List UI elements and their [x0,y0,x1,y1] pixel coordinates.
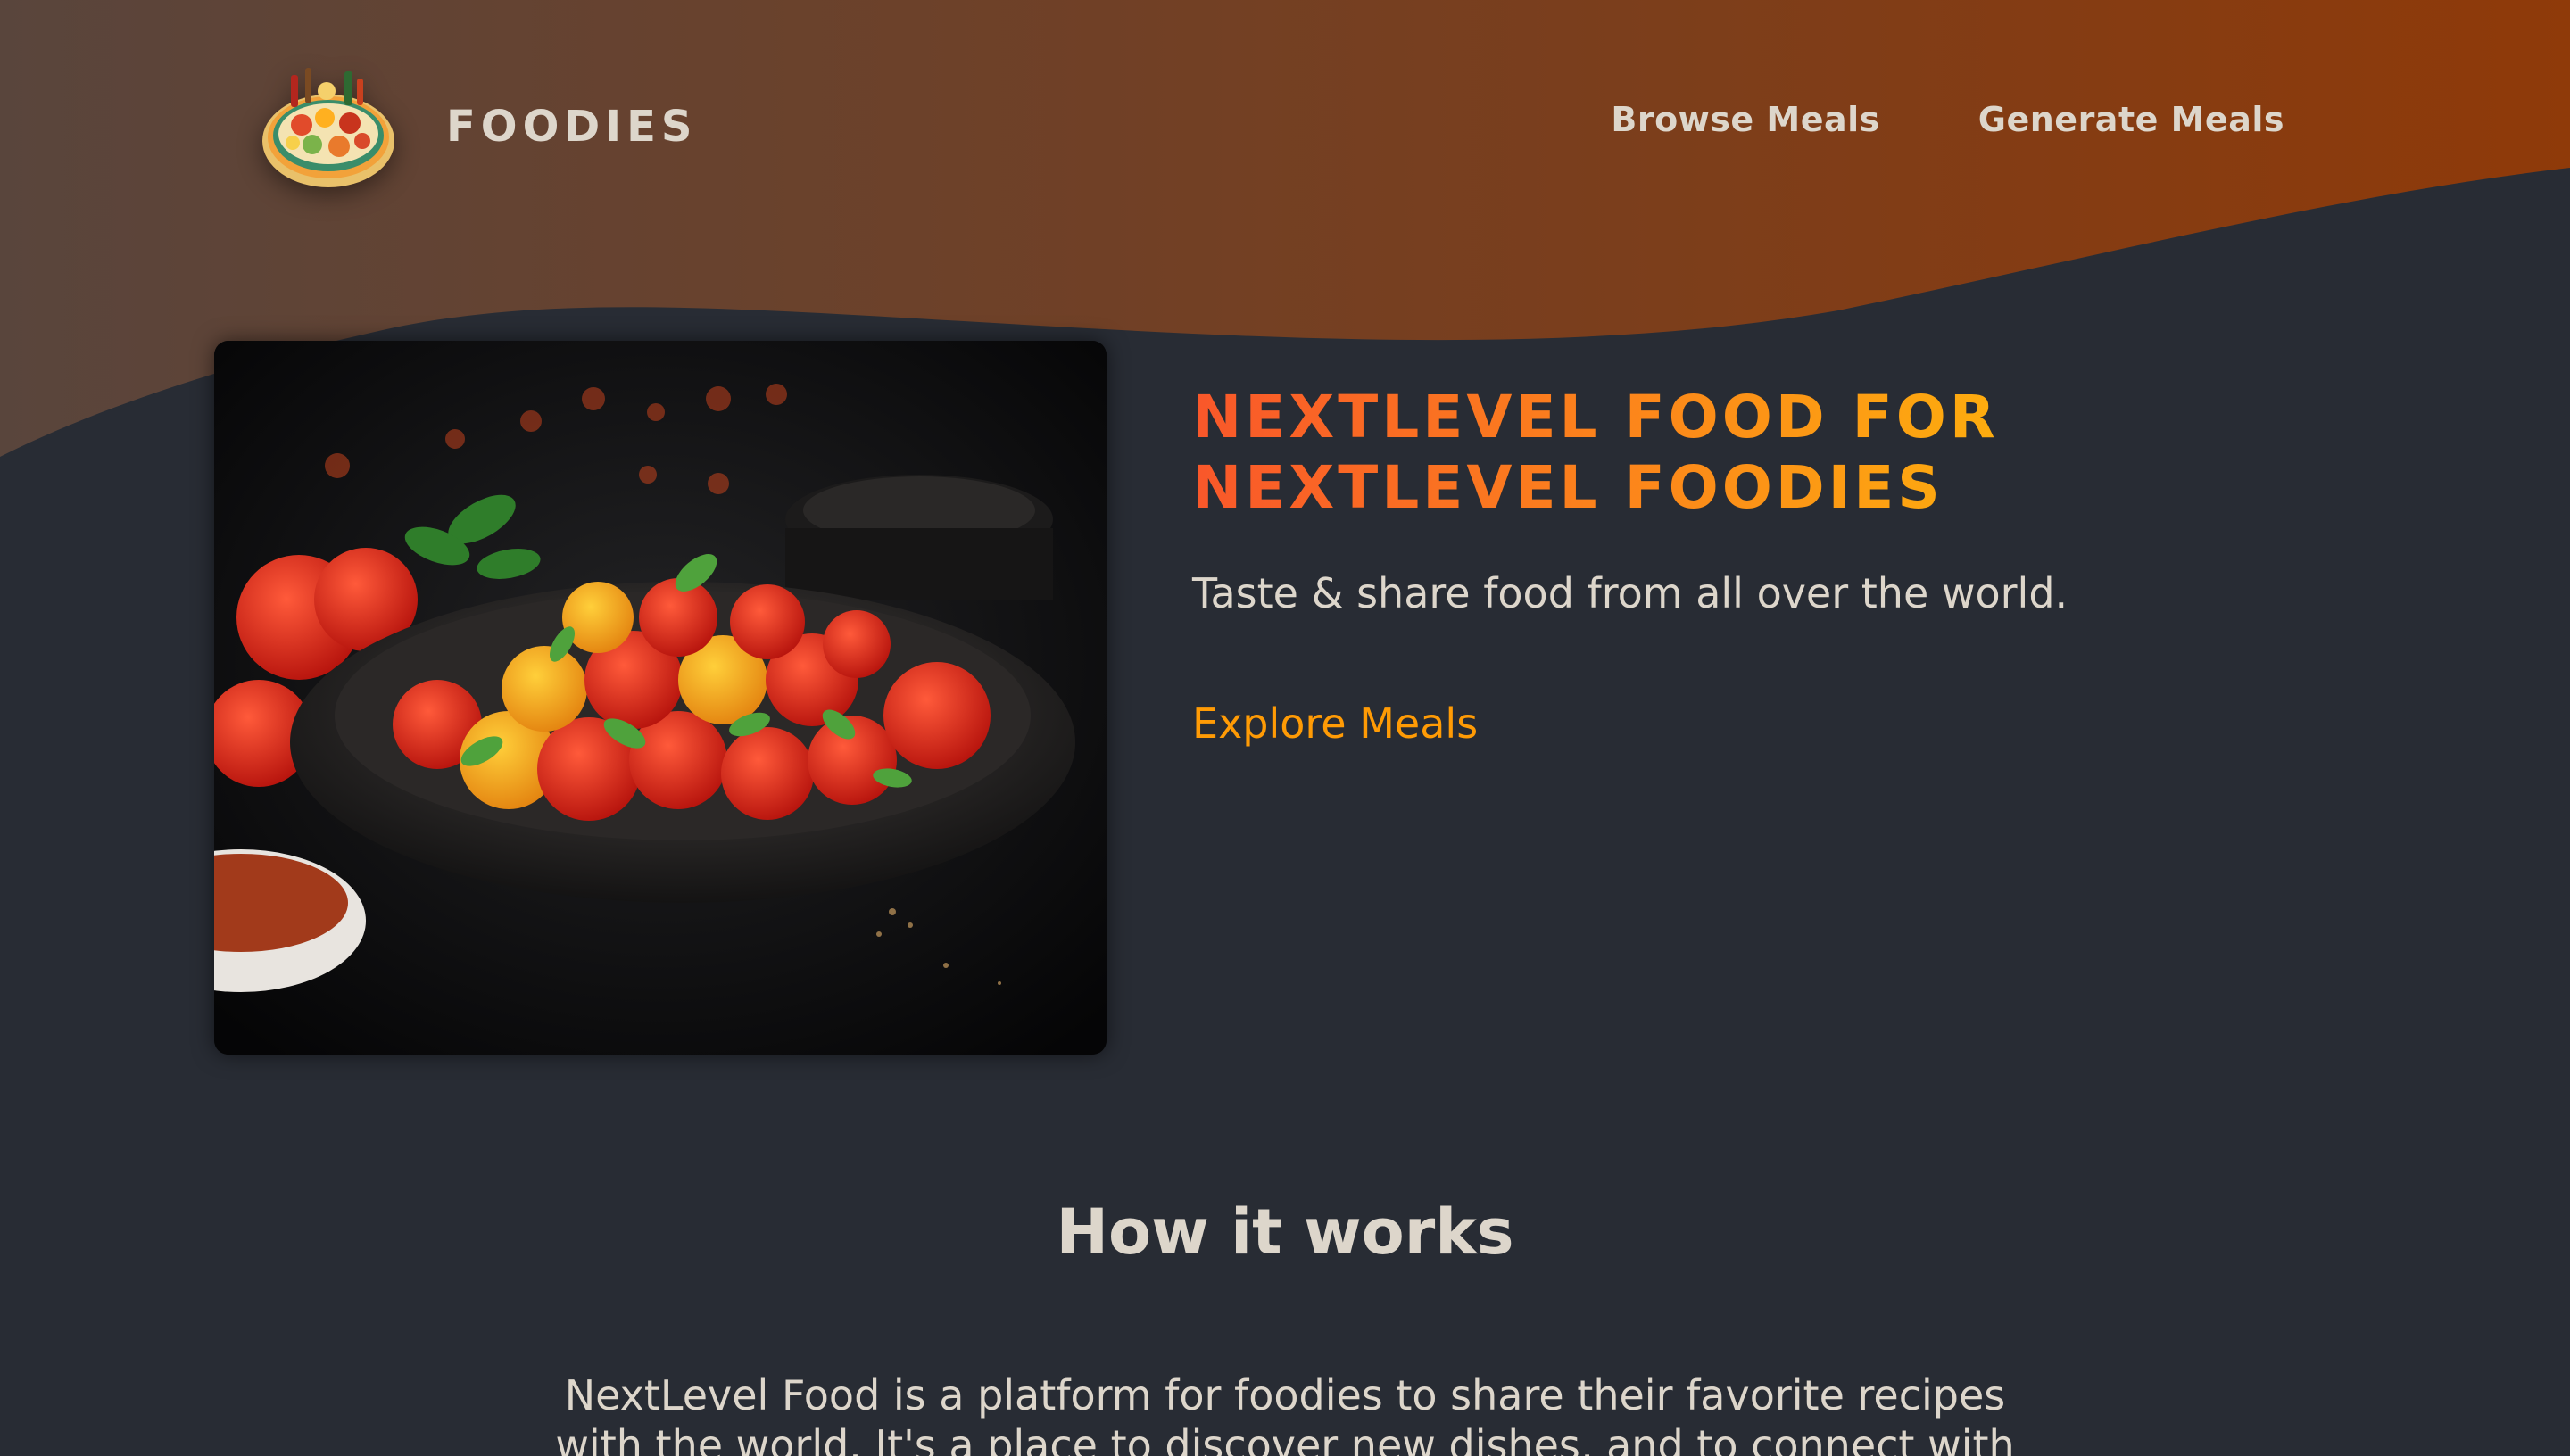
tomato-salad-photo [214,341,1107,1055]
explore-meals-link[interactable]: Explore Meals [1192,699,1478,748]
hero-title-line-1: NEXTLEVEL FOOD FOR [1192,383,1999,451]
hero-subtitle: Taste & share food from all over the wor… [1192,569,2068,617]
page: FOODIES Browse Meals Generate Meals NEXT… [0,0,2570,1456]
food-platter-icon [262,68,394,187]
main-nav: Browse Meals Generate Meals [1611,100,2284,139]
nav-generate-meals[interactable]: Generate Meals [1978,100,2284,139]
brand-name: FOODIES [446,102,698,152]
how-it-works-body: NextLevel Food is a platform for foodies… [555,1371,2015,1456]
how-it-works-title: How it works [1056,1195,1514,1269]
hero-text: NEXTLEVEL FOOD FOR NEXTLEVEL FOODIES Tas… [1192,382,2263,748]
hero-image [214,341,1107,1055]
logo-home-link[interactable]: FOODIES [257,55,697,198]
nav-browse-meals[interactable]: Browse Meals [1611,100,1879,139]
hero-title-line-2: NEXTLEVEL FOODIES [1192,453,1944,522]
hero-title: NEXTLEVEL FOOD FOR NEXTLEVEL FOODIES [1192,382,2263,523]
